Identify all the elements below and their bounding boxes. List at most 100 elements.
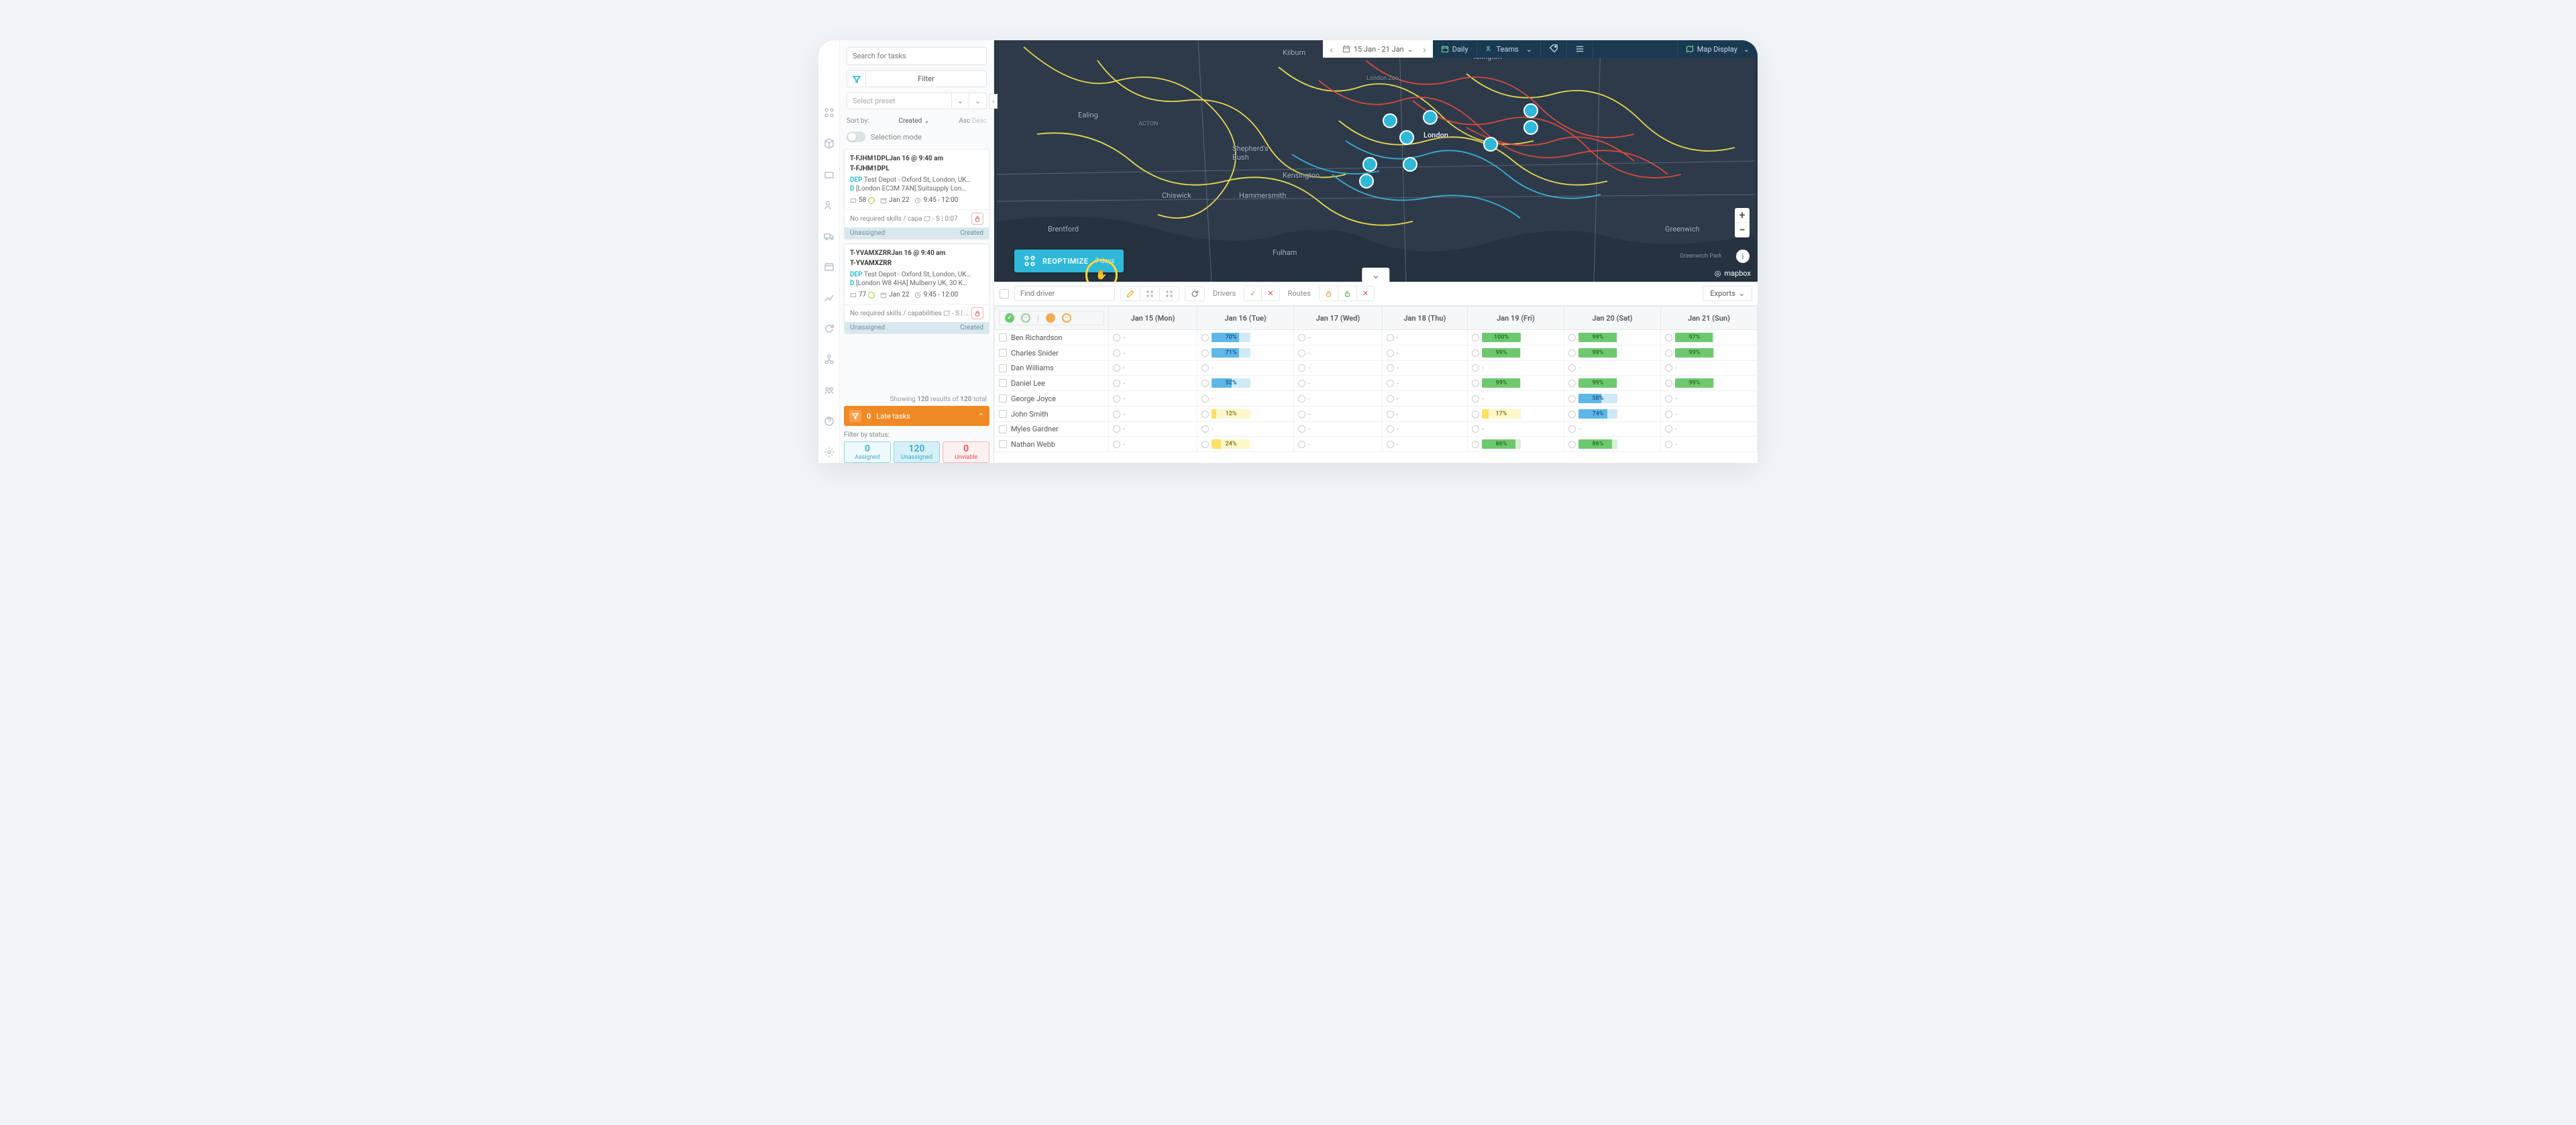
schedule-cell[interactable]: -	[1665, 410, 1753, 419]
status-box-unassigned[interactable]: 120 Unassigned	[894, 441, 941, 463]
lock-icon[interactable]	[971, 213, 983, 225]
date-next-button[interactable]: ›	[1419, 43, 1430, 56]
tool-grid2-icon[interactable]	[1160, 287, 1179, 301]
schedule-cell[interactable]: -	[1201, 394, 1289, 403]
nav-icon-refresh[interactable]	[823, 323, 835, 334]
schedule-cell[interactable]: -	[1298, 394, 1378, 403]
map-marker[interactable]	[1483, 137, 1498, 152]
schedule-cell[interactable]: -	[1387, 364, 1463, 372]
schedule-cell[interactable]: -	[1568, 425, 1656, 433]
schedule-cell[interactable]: -	[1387, 333, 1463, 342]
driver-checkbox[interactable]	[999, 364, 1007, 372]
driver-cell[interactable]: Dan Williams	[999, 364, 1104, 372]
schedule-cell[interactable]: 100%	[1472, 333, 1560, 342]
status-box-assigned[interactable]: 0 Assigned	[844, 441, 891, 463]
task-card[interactable]: T-YVAMXZRRJan 16 @ 9:40 am T-YVAMXZRR DE…	[844, 244, 989, 334]
map-tags-button[interactable]	[1541, 40, 1567, 58]
nav-icon-package[interactable]	[823, 138, 835, 149]
late-tasks-bar[interactable]: 0 Late tasks ⌃	[844, 406, 989, 426]
schedule-cell[interactable]: 99%	[1568, 378, 1656, 388]
map-marker[interactable]	[1399, 130, 1414, 145]
schedule-cell[interactable]: -	[1113, 379, 1193, 388]
schedule-cell[interactable]: -	[1387, 440, 1463, 449]
schedule-cell[interactable]: -	[1568, 364, 1656, 372]
nav-icon-settings[interactable]	[823, 447, 835, 458]
schedule-cell[interactable]: -	[1201, 364, 1289, 372]
task-card[interactable]: T-FJHM1DPLJan 16 @ 9:40 am T-FJHM1DPL DE…	[844, 149, 989, 239]
exports-button[interactable]: Exports ⌄	[1703, 286, 1752, 301]
preset-select[interactable]: Select preset ⌄ ⌄	[847, 93, 987, 109]
filter-icon[interactable]	[847, 71, 866, 87]
nav-icon-help[interactable]	[823, 416, 835, 427]
driver-checkbox[interactable]	[999, 394, 1007, 403]
schedule-cell[interactable]: 97%	[1665, 333, 1753, 342]
schedule-cell[interactable]: -	[1665, 394, 1753, 403]
schedule-cell[interactable]: 86%	[1568, 439, 1656, 449]
routes-delete-icon[interactable]: ✕	[1357, 286, 1374, 301]
sort-value[interactable]: Created ⌄	[898, 117, 929, 125]
schedule-cell[interactable]: 99%	[1472, 348, 1560, 358]
tool-pencil-icon[interactable]	[1121, 287, 1140, 301]
nav-icon-routes[interactable]	[823, 107, 835, 118]
selection-mode-toggle[interactable]	[847, 131, 865, 142]
nav-icon-analytics[interactable]	[823, 292, 835, 303]
schedule-cell[interactable]: 99%	[1665, 348, 1753, 358]
chevron-up-icon[interactable]: ⌃	[978, 412, 984, 421]
schedule-cell[interactable]: 24%	[1201, 439, 1289, 449]
map-display-select[interactable]: Map Display ⌄	[1677, 40, 1758, 58]
schedule-cell[interactable]: -	[1298, 410, 1378, 419]
date-prev-button[interactable]: ‹	[1326, 43, 1337, 56]
driver-checkbox[interactable]	[999, 333, 1007, 341]
schedule-cell[interactable]: -	[1472, 364, 1560, 372]
schedule-cell[interactable]: -	[1113, 440, 1193, 449]
schedule-cell[interactable]: 52%	[1201, 378, 1289, 388]
view-mode-select[interactable]: Daily	[1433, 40, 1477, 58]
map-marker[interactable]	[1523, 103, 1538, 118]
schedule-cell[interactable]: -	[1387, 410, 1463, 419]
drivers-disable-button[interactable]: ✕	[1262, 286, 1279, 301]
schedule-cell[interactable]: -	[1298, 425, 1378, 433]
schedule-cell[interactable]: -	[1113, 410, 1193, 419]
reoptimize-button[interactable]: REOPTIMIZE 7 days	[1014, 250, 1124, 272]
schedule-cell[interactable]: -	[1387, 425, 1463, 433]
map-marker[interactable]	[1423, 110, 1438, 125]
driver-cell[interactable]: John Smith	[999, 410, 1104, 419]
map-list-button[interactable]	[1567, 40, 1593, 58]
filter-button[interactable]: Filter	[847, 70, 987, 87]
schedule-cell[interactable]: 74%	[1568, 409, 1656, 419]
schedule-cell[interactable]: -	[1113, 333, 1193, 342]
schedule-cell[interactable]: 99%	[1472, 378, 1560, 388]
schedule-cell[interactable]: -	[1298, 379, 1378, 388]
lock-icon[interactable]	[971, 307, 983, 319]
schedule-cell[interactable]: -	[1665, 364, 1753, 372]
schedule-grid[interactable]: ✓−|−Jan 15 (Mon)Jan 16 (Tue)Jan 17 (Wed)…	[994, 306, 1758, 463]
schedule-cell[interactable]: -	[1113, 425, 1193, 433]
schedule-cell[interactable]: -	[1298, 440, 1378, 449]
schedule-cell[interactable]: -	[1298, 364, 1378, 372]
schedule-cell[interactable]: 70%	[1201, 333, 1289, 342]
schedule-cell[interactable]: 71%	[1201, 348, 1289, 358]
schedule-cell[interactable]: -	[1298, 349, 1378, 358]
schedule-cell[interactable]: 99%	[1568, 348, 1656, 358]
teams-select[interactable]: Teams ⌄	[1477, 40, 1541, 58]
schedule-cell[interactable]: 99%	[1665, 378, 1753, 388]
zoom-in-button[interactable]: +	[1735, 208, 1750, 223]
schedule-cell[interactable]: -	[1665, 425, 1753, 433]
driver-cell[interactable]: Charles Snider	[999, 349, 1104, 358]
driver-checkbox[interactable]	[999, 440, 1007, 448]
nav-icon-store[interactable]	[823, 262, 835, 272]
nav-icon-team[interactable]	[823, 385, 835, 396]
schedule-cell[interactable]: -	[1387, 349, 1463, 358]
schedule-cell[interactable]: -	[1113, 349, 1193, 358]
schedule-cell[interactable]: 58%	[1568, 394, 1656, 403]
driver-cell[interactable]: George Joyce	[999, 394, 1104, 403]
task-list[interactable]: T-FJHM1DPLJan 16 @ 9:40 am T-FJHM1DPL DE…	[840, 149, 994, 393]
schedule-cell[interactable]: -	[1113, 364, 1193, 372]
zoom-out-button[interactable]: −	[1735, 223, 1750, 237]
select-all-checkbox[interactable]	[1000, 289, 1009, 299]
map-marker[interactable]	[1523, 120, 1538, 135]
status-box-unviable[interactable]: 0 Unviable	[943, 441, 989, 463]
map-collapse-handle[interactable]: ⌄	[1362, 268, 1389, 282]
date-range-picker[interactable]: ‹ 15 Jan - 21 Jan ⌄ ›	[1323, 40, 1433, 58]
map-marker[interactable]	[1362, 157, 1377, 172]
